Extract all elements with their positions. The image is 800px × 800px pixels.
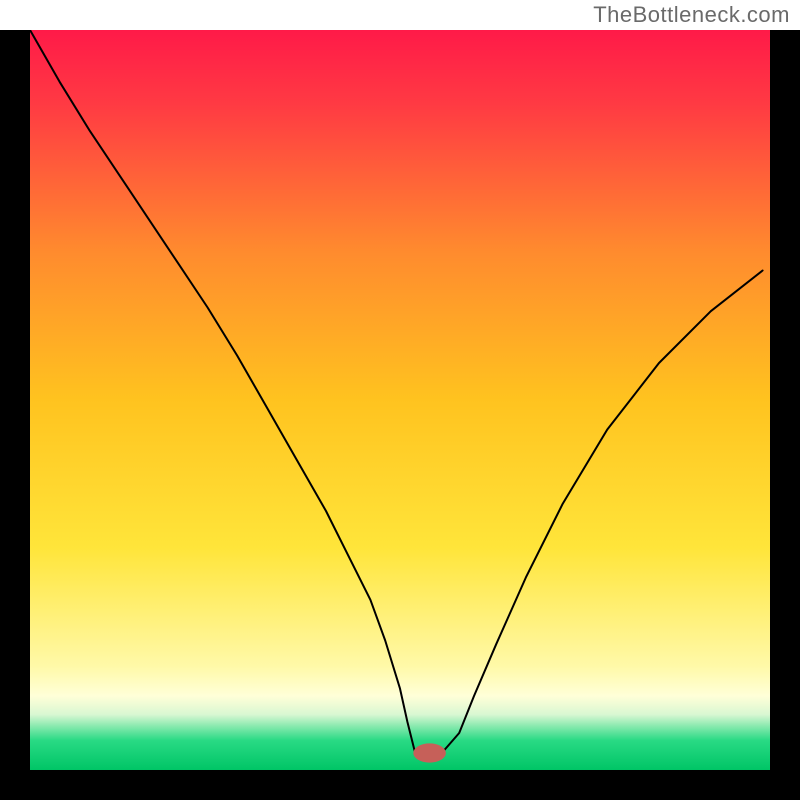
optimal-marker: [413, 743, 446, 762]
watermark-text: TheBottleneck.com: [593, 2, 790, 28]
chart-container: [0, 30, 800, 800]
chart-plot-area: [30, 30, 770, 770]
bottleneck-chart: [0, 30, 800, 800]
